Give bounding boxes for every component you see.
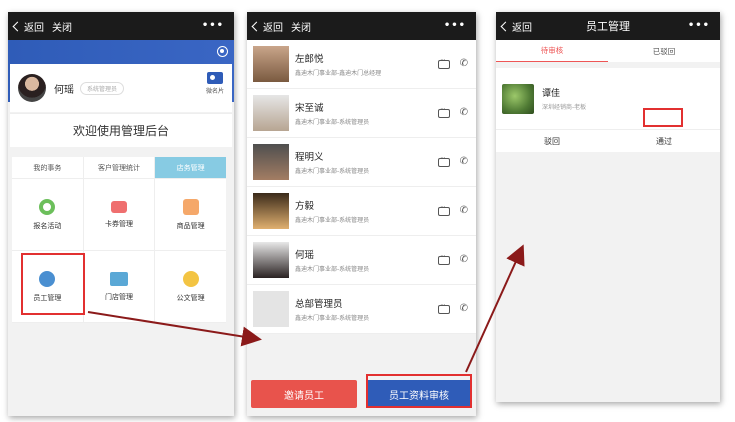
flow-arrows (87, 244, 525, 373)
tutorial-canvas: 返回 关闭 ••• 何瑶 系统管理员 微名片 欢迎使用管理后台 我的事务 客户管… (0, 0, 735, 422)
arrow-to-review (465, 244, 525, 373)
arrow-to-staff-list (87, 311, 262, 347)
